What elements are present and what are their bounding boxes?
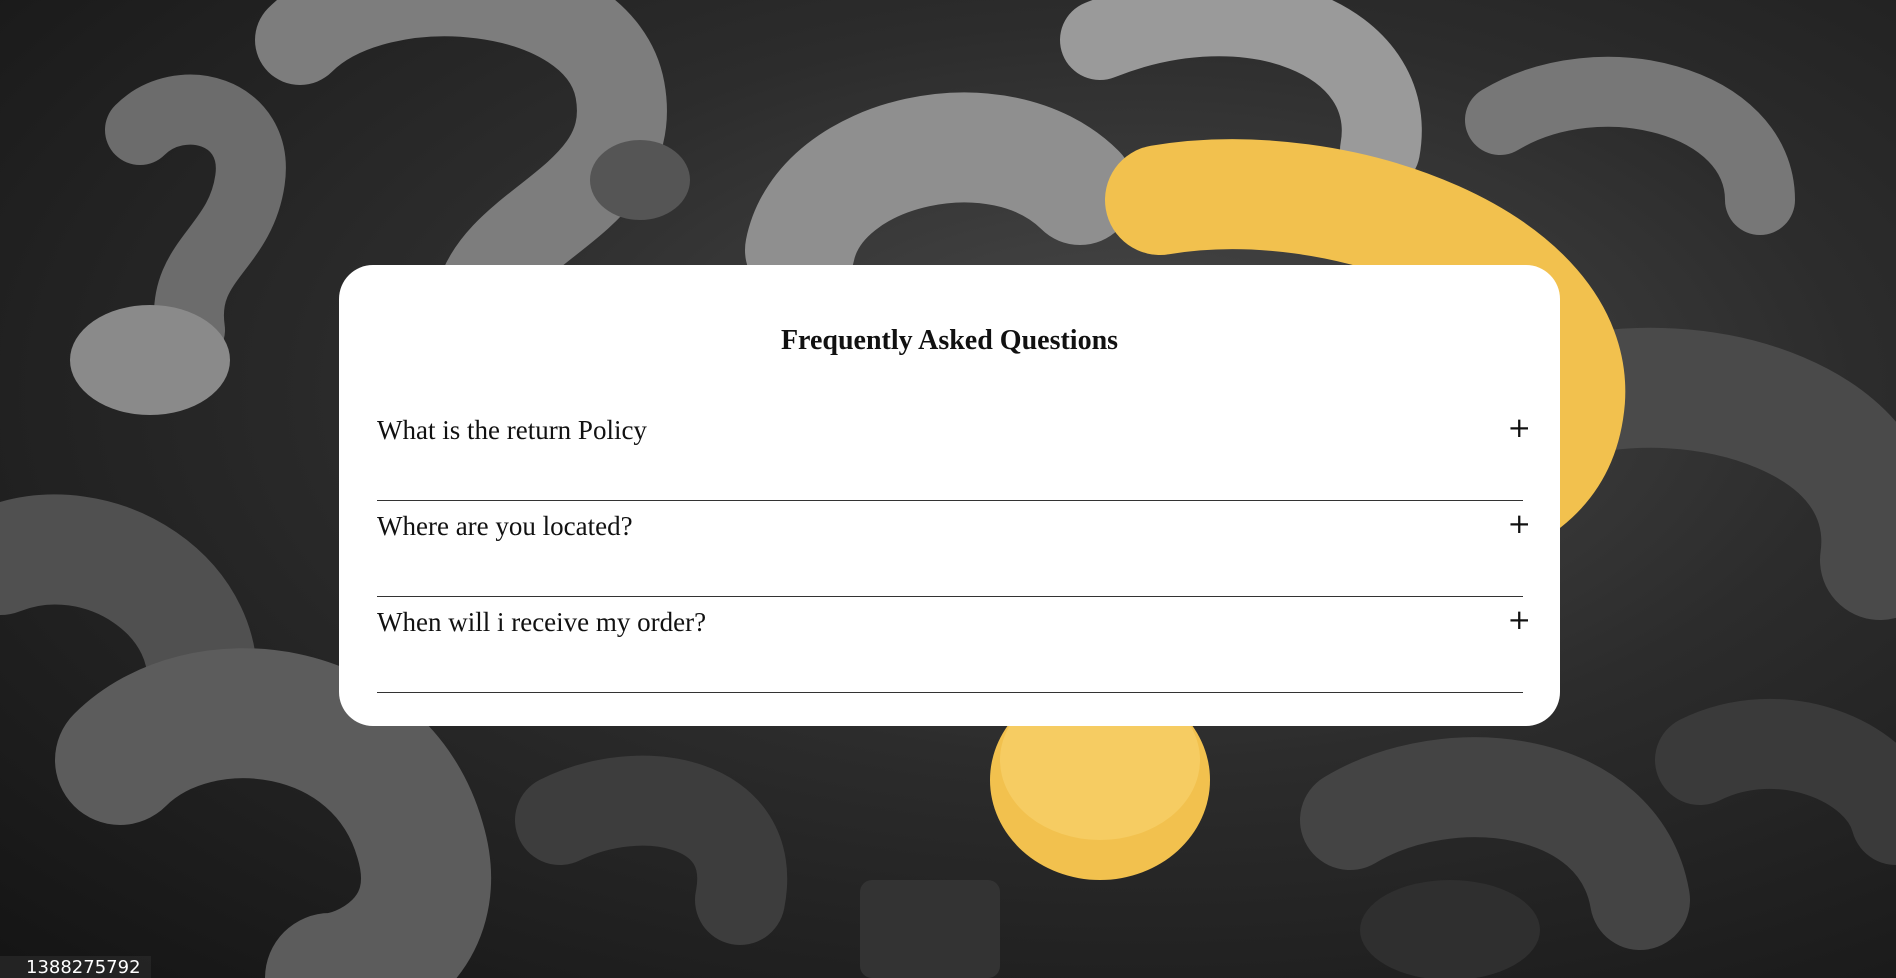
- image-id-watermark: 1388275792: [0, 956, 151, 978]
- plus-icon[interactable]: +: [1508, 603, 1531, 636]
- faq-title: Frequently Asked Questions: [780, 325, 1119, 356]
- faq-card: Frequently Asked Questions What is the r…: [339, 265, 1560, 726]
- plus-icon[interactable]: +: [1508, 411, 1531, 444]
- faq-question: Where are you located?: [377, 511, 633, 541]
- faq-question: When will i receive my order?: [377, 607, 707, 637]
- plus-icon[interactable]: +: [1508, 507, 1531, 540]
- faq-item-location[interactable]: Where are you located? +: [377, 501, 1531, 597]
- faq-question: What is the return Policy: [377, 415, 647, 445]
- faq-item-return-policy[interactable]: What is the return Policy +: [377, 405, 1531, 501]
- faq-list: What is the return Policy + Where are yo…: [377, 405, 1531, 693]
- faq-item-order-delivery[interactable]: When will i receive my order? +: [377, 597, 1531, 693]
